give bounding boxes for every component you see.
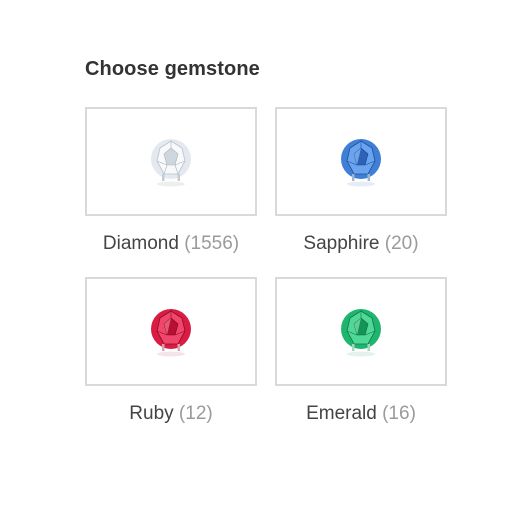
ruby-gem-icon <box>151 308 191 356</box>
gemstone-name: Emerald <box>306 403 377 424</box>
gemstone-name: Sapphire <box>303 233 380 254</box>
gemstone-count: (12) <box>178 403 213 424</box>
page-title: Choose gemstone <box>85 58 260 80</box>
gemstone-name: Ruby <box>129 403 174 424</box>
emerald-gem-icon <box>341 308 381 356</box>
sapphire-gem-icon <box>341 138 381 186</box>
gemstone-option-sapphire[interactable]: Sapphire (20) <box>275 107 447 255</box>
gemstone-option-ruby[interactable]: Ruby (12) <box>85 277 257 425</box>
gemstone-label[interactable]: Sapphire (20) <box>275 233 447 255</box>
gemstone-image-box[interactable] <box>275 107 447 216</box>
gemstone-count: (16) <box>382 403 416 424</box>
gemstone-option-emerald[interactable]: Emerald (16) <box>275 277 447 425</box>
gemstone-label[interactable]: Emerald (16) <box>275 403 447 425</box>
gemstone-count: (20) <box>384 233 419 254</box>
gemstone-option-diamond[interactable]: Diamond (1556) <box>85 107 257 255</box>
gemstone-label[interactable]: Diamond (1556) <box>85 233 257 255</box>
diamond-gem-icon <box>151 138 191 186</box>
gemstone-count: (1556) <box>184 233 240 254</box>
gemstone-label[interactable]: Ruby (12) <box>85 403 257 425</box>
gemstone-name: Diamond <box>102 233 179 254</box>
gemstone-image-box[interactable] <box>275 277 447 386</box>
gemstone-image-box[interactable] <box>85 107 257 216</box>
gemstone-image-box[interactable] <box>85 277 257 386</box>
